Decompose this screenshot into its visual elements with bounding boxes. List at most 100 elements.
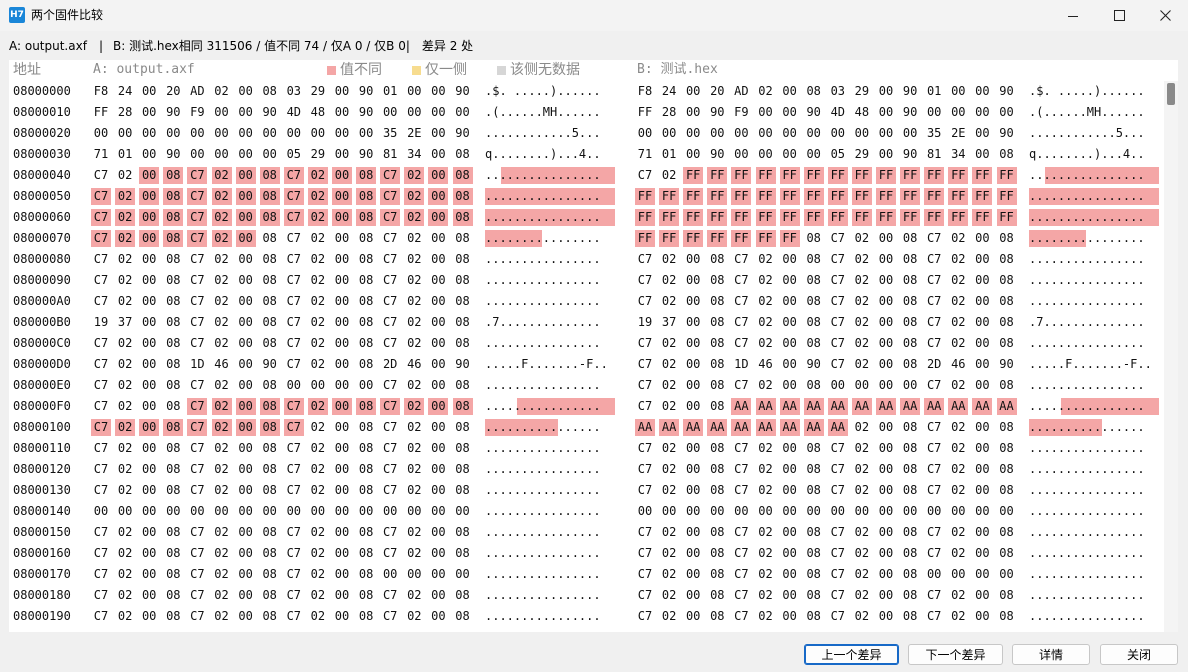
byte-cell-b: 00 <box>782 525 797 539</box>
byte-cell-a: 08 <box>166 588 181 602</box>
byte-cell-b: 00 <box>685 252 701 266</box>
byte-cell-a: 08 <box>166 273 181 287</box>
byte-cell-b: 08 <box>806 294 821 308</box>
byte-cell-a: 02 <box>310 315 326 329</box>
hex-compare-view[interactable]: 地址 A: output.axf 值不同 仅一侧 该侧无数据 B: 测试.hex… <box>9 60 1178 632</box>
byte-cell-a: C7 <box>380 188 401 205</box>
byte-cell-a: 00 <box>190 126 205 140</box>
byte-cell-a: 00 <box>238 126 253 140</box>
byte-cell-a: 00 <box>382 105 398 119</box>
row-address: 080000C0 <box>13 336 71 350</box>
byte-cell-a: 00 <box>382 567 398 581</box>
hex-row: 080000F0 C7 02 00 08 C7 02 00 08 C7 02 00 08 C7 02 00 08… <box>9 396 1164 417</box>
byte-cell-a: 02 <box>310 546 326 560</box>
byte-cell-b: 00 <box>975 294 990 308</box>
byte-cell-b: 20 <box>710 84 725 98</box>
minimize-button[interactable] <box>1050 0 1096 31</box>
byte-cell-b: AA <box>996 398 1017 415</box>
byte-cell-b: 00 <box>975 126 990 140</box>
byte-cell-b: 00 <box>734 126 749 140</box>
byte-cell-b: C7 <box>926 315 942 329</box>
byte-cell-b: C7 <box>926 546 942 560</box>
byte-cell-a: 00 <box>407 84 422 98</box>
byte-cell-a: 00 <box>141 567 157 581</box>
byte-cell-a: 02 <box>214 525 229 539</box>
byte-cell-b: 00 <box>806 147 821 161</box>
byte-cell-b: AA <box>755 419 776 436</box>
ascii-column-b: .....F.......-F.. <box>1029 357 1152 371</box>
hex-row: 080000A0 C7 02 00 08 C7 02 00 08 C7 02 00 08 C7 02 00 08… <box>9 291 1164 312</box>
byte-cell-a: 00 <box>455 105 470 119</box>
details-button[interactable]: 详情 <box>1012 644 1090 665</box>
byte-cell-b: C7 <box>926 231 942 245</box>
byte-cell-b: 00 <box>782 504 797 518</box>
byte-cell-a: C7 <box>382 294 398 308</box>
byte-cell-b: 00 <box>926 504 942 518</box>
byte-cell-a: C7 <box>286 252 302 266</box>
byte-cell-b: 00 <box>951 84 966 98</box>
byte-cell-a: C7 <box>286 567 302 581</box>
byte-cell-a: 08 <box>358 273 374 287</box>
scrollbar-thumb[interactable] <box>1167 83 1175 105</box>
byte-cell-a: 00 <box>334 504 350 518</box>
byte-cell-b: C7 <box>734 525 749 539</box>
byte-cell-a: 00 <box>117 126 133 140</box>
byte-cell-b: C7 <box>637 525 653 539</box>
byte-cell-a: 00 <box>334 105 350 119</box>
byte-cell-a: 02 <box>214 483 229 497</box>
byte-cell-a: 02 <box>310 252 326 266</box>
byte-cell-a: 08 <box>262 609 277 623</box>
byte-cell-a: 08 <box>166 441 181 455</box>
byte-cell-b: FF <box>659 230 680 247</box>
byte-cell-b: AA <box>972 398 993 415</box>
byte-cell-b: 08 <box>806 546 821 560</box>
byte-cell-a: 02 <box>214 315 229 329</box>
byte-cell-b: C7 <box>926 420 942 434</box>
byte-cell-b: 08 <box>710 357 725 371</box>
byte-cell-a: 00 <box>262 126 277 140</box>
byte-cell-a: 02 <box>115 419 136 436</box>
byte-cell-a: 02 <box>310 441 326 455</box>
ascii-column-b: ................ <box>1029 336 1145 350</box>
byte-cell-b: 00 <box>878 315 894 329</box>
column-a-header: A: output.axf <box>93 62 195 77</box>
byte-cell-b: FF <box>755 230 776 247</box>
byte-cell-a: 02 <box>117 462 133 476</box>
row-address: 080000A0 <box>13 294 71 308</box>
byte-cell-a: C7 <box>382 420 398 434</box>
prev-diff-button[interactable]: 上一个差异 <box>804 644 899 665</box>
byte-cell-a: 00 <box>431 126 446 140</box>
byte-cell-b: 00 <box>685 294 701 308</box>
window-title: 两个固件比较 <box>31 8 104 22</box>
close-button[interactable]: 关闭 <box>1100 644 1178 665</box>
byte-cell-b: 00 <box>878 546 894 560</box>
byte-cell-a: C7 <box>286 294 302 308</box>
byte-cell-b: 02 <box>854 231 870 245</box>
byte-cell-a: FF <box>93 105 109 119</box>
byte-cell-b: 00 <box>999 567 1014 581</box>
byte-cell-b: C7 <box>734 273 749 287</box>
byte-cell-b: 08 <box>902 441 918 455</box>
byte-cell-a: 29 <box>310 147 326 161</box>
row-address: 08000020 <box>13 126 71 140</box>
maximize-button[interactable] <box>1096 0 1142 31</box>
file-b-stats: B: 测试.hex相同 311506 / 值不同 74 / 仅A 0 / 仅B … <box>112 39 410 53</box>
byte-cell-a: 08 <box>166 294 181 308</box>
byte-cell-a: 02 <box>310 231 326 245</box>
byte-cell-a: 90 <box>455 126 470 140</box>
byte-cell-b: 02 <box>758 567 773 581</box>
byte-cell-b: FF <box>707 230 728 247</box>
ascii-column-a: ................ <box>485 483 601 497</box>
byte-cell-b: C7 <box>830 462 846 476</box>
vertical-scrollbar[interactable] <box>1164 81 1178 632</box>
byte-cell-b: FF <box>683 188 704 205</box>
byte-cell-a: 00 <box>334 588 350 602</box>
byte-cell-a: C7 <box>190 483 205 497</box>
close-window-button[interactable] <box>1142 0 1188 31</box>
row-address: 08000050 <box>13 189 71 203</box>
byte-cell-a: 00 <box>334 483 350 497</box>
byte-cell-b: 35 <box>926 126 942 140</box>
ascii-column-b: ................ <box>1029 210 1145 224</box>
next-diff-button[interactable]: 下一个差异 <box>908 644 1003 665</box>
byte-cell-b: 90 <box>999 357 1014 371</box>
